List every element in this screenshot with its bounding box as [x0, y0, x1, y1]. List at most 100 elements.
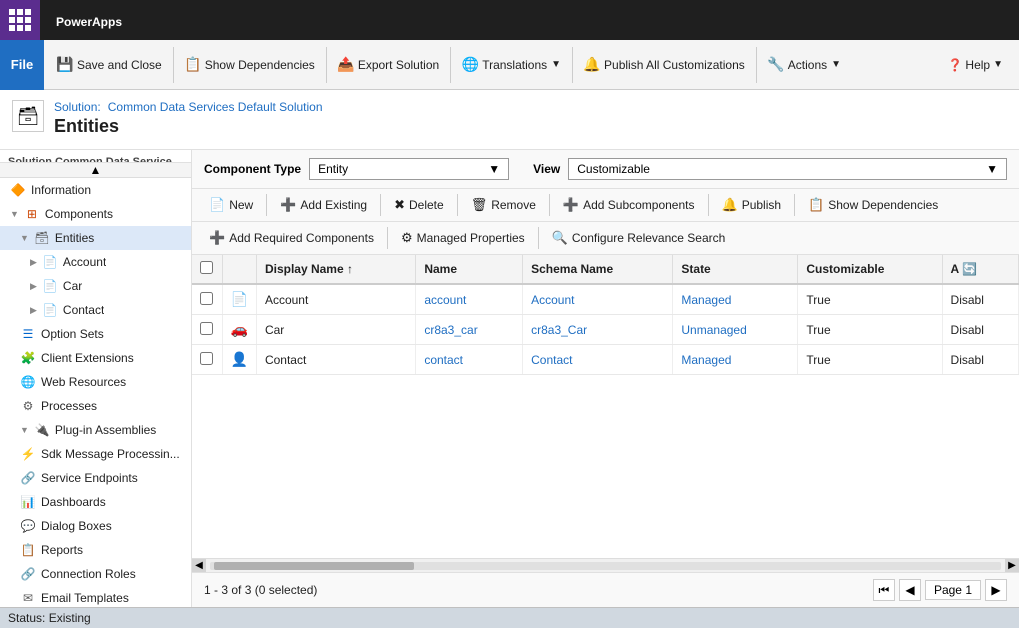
save-close-button[interactable]: 💾 Save and Close — [48, 44, 171, 86]
entity-table-container: Display Name ↑ Name Schema Name State Cu… — [192, 255, 1019, 558]
th-state[interactable]: State — [673, 255, 798, 284]
icon-sdk-message: ⚡ — [20, 446, 36, 462]
expand-arrow-car: ▶ — [30, 281, 37, 292]
publish-button[interactable]: 🔔 Publish — [713, 193, 791, 217]
row-name-0[interactable]: account — [416, 284, 523, 315]
remove-button[interactable]: 🗑 Remove — [462, 193, 545, 217]
publish-all-button[interactable]: 🔔 Publish All Customizations — [575, 44, 754, 86]
sidebar-label-dialog-boxes: Dialog Boxes — [41, 519, 112, 533]
translations-button[interactable]: 🌐 Translations ▼ — [453, 44, 570, 86]
icon-client-ext: 🧩 — [20, 350, 36, 366]
breadcrumb-link[interactable]: Solution: Common Data Services Default S… — [54, 100, 323, 114]
prev-page-button[interactable]: ◀ — [899, 579, 921, 601]
new-button[interactable]: 📄 New — [200, 193, 262, 217]
sidebar: Solution Common Data Services ... ▲ 🔶Inf… — [0, 150, 192, 607]
ribbon-separator-4 — [572, 47, 573, 83]
icon-service-endpoints: 🔗 — [20, 470, 36, 486]
component-type-label: Component Type — [204, 162, 301, 176]
sidebar-item-sdk-message[interactable]: ⚡Sdk Message Processin... — [0, 442, 191, 466]
export-solution-button[interactable]: 📤 Export Solution — [329, 44, 448, 86]
page-label: Page 1 — [925, 580, 981, 600]
sidebar-label-client-ext: Client Extensions — [41, 351, 134, 365]
th-name[interactable]: Name — [416, 255, 523, 284]
sidebar-item-dialog-boxes[interactable]: 💬 Dialog Boxes — [0, 514, 191, 538]
actions-button[interactable]: 🔧 Actions ▼ — [759, 44, 850, 86]
sidebar-item-account[interactable]: ▶📄Account — [0, 250, 191, 274]
icon-dialog-boxes: 💬 — [20, 518, 36, 534]
sidebar-item-entities[interactable]: ▼🗃Entities — [0, 226, 191, 250]
icon-option-sets: ☰ — [20, 326, 36, 342]
sidebar-item-contact[interactable]: ▶📄Contact — [0, 298, 191, 322]
row-schema-0[interactable]: Account — [523, 284, 673, 315]
sidebar-item-processes[interactable]: ⚙Processes — [0, 394, 191, 418]
sidebar-item-web-resources[interactable]: 🌐Web Resources — [0, 370, 191, 394]
component-type-select[interactable]: Entity ▼ — [309, 158, 509, 180]
sidebar-scroll-up[interactable]: ▲ — [0, 163, 191, 178]
sidebar-label-option-sets: Option Sets — [41, 327, 104, 341]
page-info: 1 - 3 of 3 (0 selected) — [204, 583, 317, 597]
help-button[interactable]: ❓ Help ▼ — [939, 54, 1011, 76]
row-state-2: Managed — [673, 345, 798, 375]
app-launcher-button[interactable] — [0, 0, 40, 40]
scroll-thumb[interactable] — [214, 562, 414, 570]
row-name-1[interactable]: cr8a3_car — [416, 315, 523, 345]
file-button[interactable]: File — [0, 40, 44, 90]
row-display-name-0[interactable]: Account — [256, 284, 415, 315]
scroll-track[interactable] — [210, 562, 1001, 570]
icon-information: 🔶 — [10, 182, 26, 198]
sidebar-label-plugin-assemblies: Plug-in Assemblies — [55, 423, 156, 437]
next-page-button[interactable]: ▶ — [985, 579, 1007, 601]
sidebar-item-car[interactable]: ▶📄Car — [0, 274, 191, 298]
delete-button[interactable]: ✖ Delete — [385, 193, 453, 217]
main-area: Solution Common Data Services ... ▲ 🔶Inf… — [0, 150, 1019, 607]
managed-properties-button[interactable]: ⚙ Managed Properties — [392, 226, 534, 250]
row-display-name-1[interactable]: Car — [256, 315, 415, 345]
configure-relevance-button[interactable]: 🔍 Configure Relevance Search — [543, 226, 735, 250]
show-dependencies-ribbon-button[interactable]: 📋 Show Dependencies — [176, 44, 324, 86]
add-subcomponents-button[interactable]: ➕ Add Subcomponents — [554, 193, 704, 217]
sidebar-item-dashboards[interactable]: 📊Dashboards — [0, 490, 191, 514]
toolbar-row1: 📄 New ➕ Add Existing ✖ Delete 🗑 Remove ➕… — [192, 189, 1019, 222]
sidebar-item-option-sets[interactable]: ☰ Option Sets — [0, 322, 191, 346]
horizontal-scrollbar[interactable]: ◀ ▶ — [192, 558, 1019, 572]
actions-arrow: ▼ — [831, 59, 841, 70]
row-checkbox-1[interactable] — [200, 322, 213, 335]
row-checkbox-2[interactable] — [200, 352, 213, 365]
row-name-2[interactable]: contact — [416, 345, 523, 375]
add-existing-button[interactable]: ➕ Add Existing — [271, 193, 376, 217]
show-deps-button[interactable]: 📋 Show Dependencies — [799, 193, 947, 217]
first-page-button[interactable]: ⏮ — [873, 579, 895, 601]
add-req-icon: ➕ — [209, 230, 225, 246]
scroll-right-arrow[interactable]: ▶ — [1005, 559, 1019, 573]
row-checkbox-0[interactable] — [200, 292, 213, 305]
icon-car: 📄 — [42, 278, 58, 294]
icon-entities: 🗃 — [34, 230, 50, 246]
sidebar-item-connection-roles[interactable]: 🔗Connection Roles — [0, 562, 191, 586]
th-display-name[interactable]: Display Name ↑ — [256, 255, 415, 284]
select-all-checkbox[interactable] — [200, 261, 213, 274]
th-customizable[interactable]: Customizable — [798, 255, 942, 284]
sidebar-item-information[interactable]: 🔶Information — [0, 178, 191, 202]
row-entity-icon-1: 🚗 — [231, 321, 248, 337]
th-schema-name[interactable]: Schema Name — [523, 255, 673, 284]
relevance-icon: 🔍 — [552, 230, 568, 246]
sidebar-item-reports[interactable]: 📋Reports — [0, 538, 191, 562]
row-display-name-2[interactable]: Contact — [256, 345, 415, 375]
breadcrumb-text: Solution: Common Data Services Default S… — [54, 96, 323, 137]
th-a[interactable]: A 🔄 — [942, 255, 1018, 284]
help-arrow: ▼ — [993, 59, 1003, 70]
scroll-left-arrow[interactable]: ◀ — [192, 559, 206, 573]
row-customizable-2: True — [798, 345, 942, 375]
row-schema-1[interactable]: cr8a3_Car — [523, 315, 673, 345]
sidebar-item-client-ext[interactable]: 🧩 Client Extensions — [0, 346, 191, 370]
add-required-button[interactable]: ➕ Add Required Components — [200, 226, 383, 250]
sidebar-item-email-templates[interactable]: ✉Email Templates — [0, 586, 191, 607]
sidebar-item-plugin-assemblies[interactable]: ▼🔌Plug-in Assemblies — [0, 418, 191, 442]
sidebar-item-service-endpoints[interactable]: 🔗Service Endpoints — [0, 466, 191, 490]
row-schema-2[interactable]: Contact — [523, 345, 673, 375]
ribbon-separator-2 — [326, 47, 327, 83]
sidebar-items: 🔶Information▼⊞Components▼🗃Entities▶📄Acco… — [0, 178, 191, 607]
view-select[interactable]: Customizable ▼ — [568, 158, 1007, 180]
row-a-2: Disabl — [942, 345, 1018, 375]
sidebar-item-components[interactable]: ▼⊞Components — [0, 202, 191, 226]
